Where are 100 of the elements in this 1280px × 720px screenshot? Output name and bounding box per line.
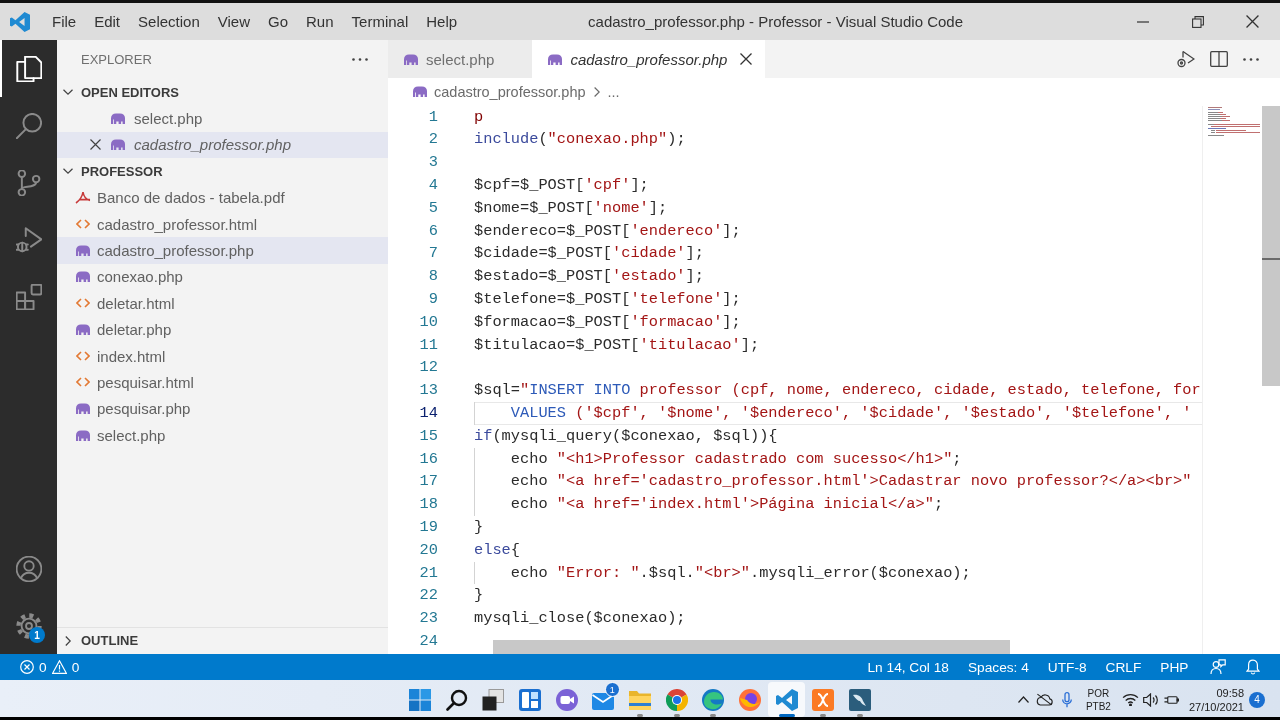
code-line: echo "Error: ".$sql."<br>".mysqli_error($conexao);	[474, 561, 971, 585]
tree-item[interactable]: cadastro_professor.html	[57, 210, 388, 238]
elephant-icon	[110, 139, 126, 151]
line-number: 5	[427, 197, 438, 219]
menu-item[interactable]: Terminal	[342, 9, 418, 34]
taskbar-button[interactable]: 1	[584, 682, 622, 717]
tree-item[interactable]: select.php	[57, 105, 388, 132]
source-control-icon[interactable]	[15, 169, 42, 196]
line-number: 24	[418, 630, 438, 652]
code-line: $sql="INSERT INTO professor (cpf, nome, endereco, cidade, estado, telefone, for	[474, 380, 1201, 402]
wifi-icon[interactable]	[1121, 693, 1139, 706]
cloud-off-icon[interactable]	[1035, 693, 1053, 706]
breadcrumb-item[interactable]: cadastro_professor.php	[412, 83, 586, 100]
tree-item[interactable]: deletar.html	[57, 290, 388, 317]
editor-tab[interactable]: cadastro_professor.php	[532, 40, 766, 78]
section-header[interactable]: OUTLINE	[57, 627, 388, 654]
square-app-icon	[812, 688, 835, 711]
feedback-icon[interactable]	[1210, 659, 1226, 675]
round-browser-icon	[665, 688, 688, 711]
status-item[interactable]: Spaces: 4	[958, 659, 1039, 675]
breadcrumb-item[interactable]: ...	[607, 83, 620, 100]
microphone-icon[interactable]	[1061, 691, 1072, 708]
search-icon[interactable]	[15, 112, 42, 139]
warning-icon	[51, 660, 67, 674]
line-number: 7	[427, 243, 438, 265]
menu-item[interactable]: Run	[297, 9, 343, 34]
menu-item[interactable]: Selection	[129, 9, 209, 34]
code-line: echo "<a href='cadastro_professor.html'>Cadastrar novo professor?</a><br>"	[474, 470, 1192, 494]
line-number: 11	[418, 334, 438, 356]
plug-battery-icon[interactable]	[1163, 693, 1179, 706]
menu-item[interactable]: File	[43, 9, 86, 34]
line-number: 16	[418, 448, 438, 470]
more-icon[interactable]	[352, 58, 368, 61]
split-editor-icon[interactable]	[1210, 51, 1228, 67]
tree-item[interactable]: cadastro_professor.php	[57, 237, 388, 264]
editor-tab[interactable]: select.php	[388, 40, 533, 78]
line-number: 2	[427, 129, 438, 151]
status-item[interactable]: CRLF	[1096, 659, 1151, 675]
four-squares-icon	[408, 688, 431, 711]
code-line: else{	[474, 539, 520, 561]
close-icon	[1246, 15, 1259, 28]
tree-item[interactable]: pesquisar.html	[57, 369, 388, 396]
settings-icon[interactable]	[15, 612, 42, 639]
speaker-icon[interactable]	[1142, 692, 1159, 707]
code-line: $telefone=$_POST['telefone'];	[474, 288, 741, 310]
clock-button[interactable]: 09:58 27/10/2021	[1188, 685, 1244, 714]
notification-badge[interactable]: 4	[1249, 691, 1265, 708]
task-view-icon	[482, 688, 505, 711]
play-icon[interactable]	[1177, 50, 1195, 68]
active-indicator	[0, 40, 2, 97]
scrollbar-thumb[interactable]	[1262, 105, 1280, 386]
tree-item[interactable]: select.php	[57, 422, 388, 449]
tree-item[interactable]: cadastro_professor.php	[57, 131, 388, 159]
section-header[interactable]: PROFESSOR	[57, 158, 388, 185]
elephant-icon	[547, 53, 564, 65]
close-icon[interactable]	[90, 139, 101, 151]
pdf-file-icon	[75, 191, 91, 205]
menu-item[interactable]: View	[208, 9, 259, 34]
section-header[interactable]: OPEN EDITORS	[57, 79, 388, 106]
code-brackets-icon	[76, 219, 90, 230]
window-title: cadastro_professor.php - Professor - Visual Studio Code	[588, 13, 963, 30]
input-language-button[interactable]: POR PTB2	[1085, 686, 1111, 713]
line-number: 10	[418, 311, 438, 333]
status-item[interactable]: PHP	[1150, 659, 1198, 675]
tree-item[interactable]: index.html	[57, 342, 388, 370]
code-brackets-icon	[76, 351, 90, 362]
menu-item[interactable]: Go	[259, 9, 297, 34]
elephant-icon	[75, 429, 91, 441]
status-item[interactable]: UTF-8	[1038, 659, 1097, 675]
chevron-up-icon[interactable]	[1017, 696, 1029, 703]
line-number: 15	[418, 425, 438, 447]
menu-item[interactable]: Help	[417, 9, 467, 34]
line-number: 17	[418, 471, 438, 493]
extensions-icon[interactable]	[15, 283, 42, 310]
line-number: 9	[427, 288, 438, 310]
line-number: 20	[418, 539, 438, 561]
close-icon[interactable]	[740, 53, 753, 65]
account-icon[interactable]	[15, 555, 42, 582]
more-icon[interactable]	[1243, 57, 1259, 61]
code-brackets-icon	[76, 298, 90, 309]
tree-item[interactable]: conexao.php	[57, 263, 388, 291]
wave-browser-icon	[702, 688, 725, 711]
widgets-icon	[518, 688, 541, 711]
scrollbar-thumb[interactable]	[493, 640, 1010, 654]
elephant-icon	[110, 113, 126, 125]
line-number: 18	[418, 494, 438, 516]
line-number: 3	[427, 152, 438, 174]
run-debug-icon[interactable]	[15, 226, 42, 253]
minimize-icon	[1136, 20, 1149, 23]
tree-item[interactable]: Banco de dados - tabela.pdf	[57, 184, 388, 211]
tree-item[interactable]: deletar.php	[57, 316, 388, 343]
files-icon[interactable]	[15, 55, 42, 82]
tree-item[interactable]: pesquisar.php	[57, 395, 388, 423]
code-brackets-icon	[76, 377, 90, 388]
bell-icon[interactable]	[1246, 659, 1260, 675]
status-item[interactable]: Ln 14, Col 18	[858, 659, 959, 675]
problems-button[interactable]: 0 0	[20, 659, 80, 675]
code-line: $estado=$_POST['estado'];	[474, 266, 704, 288]
elephant-icon	[403, 53, 419, 65]
menu-item[interactable]: Edit	[85, 9, 130, 34]
